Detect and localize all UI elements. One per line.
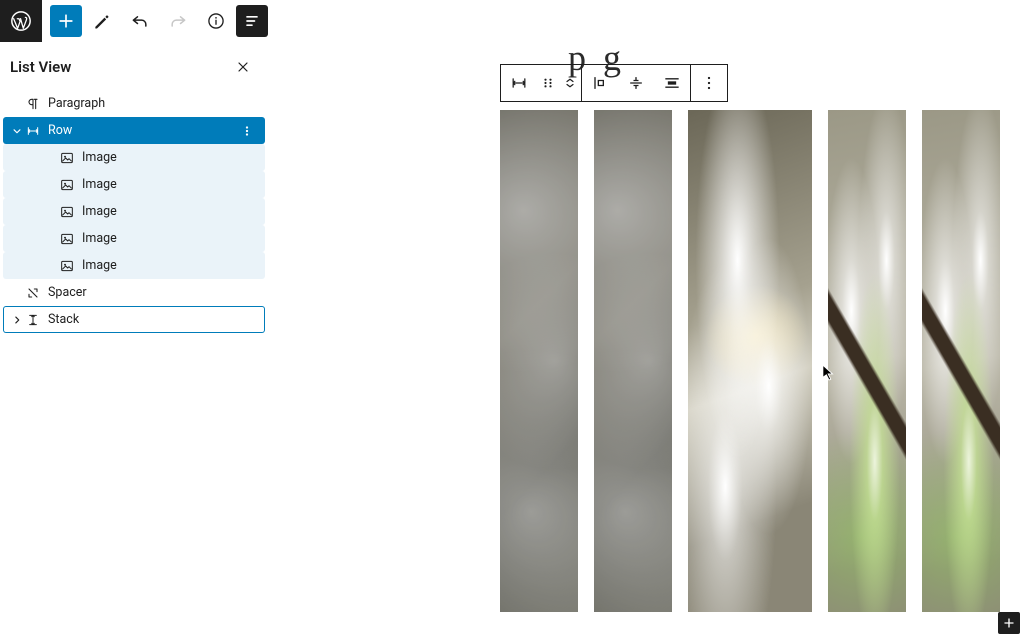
tree-item-label: Paragraph: [48, 96, 239, 111]
tree-item-options: [239, 177, 255, 193]
image-block[interactable]: [688, 110, 813, 612]
image-icon: [59, 231, 75, 247]
tree-item-label: Row: [48, 123, 239, 138]
image-block[interactable]: [594, 110, 672, 612]
editor-top-toolbar: [42, 0, 268, 42]
editor-canvas[interactable]: p g: [268, 42, 1024, 638]
tree-item-options: [239, 204, 255, 220]
tree-item-options: [239, 285, 255, 301]
alignment-matrix-icon: [662, 73, 682, 93]
tree-item-options: [239, 258, 255, 274]
admin-top-bar: [0, 0, 1024, 43]
tree-item-options: [239, 231, 255, 247]
tree-item-label: Image: [82, 231, 239, 246]
row-icon: [25, 123, 41, 139]
block-toolbar: [500, 64, 728, 102]
expand-toggle[interactable]: [9, 313, 25, 327]
close-list-view-button[interactable]: [232, 56, 254, 78]
redo-button[interactable]: [160, 3, 196, 39]
tree-item-row[interactable]: Row: [3, 117, 265, 144]
list-view-panel: List View Paragraph Row Image Image Image Ima…: [0, 42, 269, 638]
tree-item-image[interactable]: Image: [3, 252, 265, 279]
tree-item-image[interactable]: Image: [3, 225, 265, 252]
tree-item-label: Image: [82, 150, 239, 165]
more-vertical-icon: [699, 73, 719, 93]
tree-item-options: [239, 96, 255, 112]
tree-item-stack[interactable]: Stack: [3, 306, 265, 333]
block-options-button[interactable]: [691, 65, 727, 101]
width-button[interactable]: [654, 65, 690, 101]
tree-item-options: [239, 150, 255, 166]
tree-item-image[interactable]: Image: [3, 198, 265, 225]
row-block[interactable]: [500, 110, 1000, 612]
block-tree: Paragraph Row Image Image Image Image Image Spa…: [0, 90, 268, 336]
justify-button[interactable]: [582, 65, 618, 101]
tree-item-paragraph[interactable]: Paragraph: [3, 90, 265, 117]
chevrons-updown-icon: [561, 74, 579, 92]
move-up-down-button[interactable]: [559, 65, 581, 101]
mouse-cursor-icon: [822, 364, 836, 382]
list-view-title: List View: [10, 58, 71, 76]
block-type-row-button[interactable]: [501, 65, 537, 101]
expand-toggle[interactable]: [9, 124, 25, 138]
tree-item-image[interactable]: Image: [3, 171, 265, 198]
tree-item-label: Image: [82, 258, 239, 273]
image-icon: [59, 204, 75, 220]
image-block[interactable]: [922, 110, 1000, 612]
list-view-toggle-button[interactable]: [236, 5, 268, 37]
tree-item-label: Spacer: [48, 285, 239, 300]
justify-left-icon: [590, 73, 610, 93]
stack-icon: [25, 312, 41, 328]
image-icon: [59, 177, 75, 193]
edit-tools-button[interactable]: [84, 3, 120, 39]
add-block-inline-button[interactable]: [998, 612, 1020, 634]
undo-button[interactable]: [122, 3, 158, 39]
add-block-button[interactable]: [50, 5, 82, 37]
drag-icon: [538, 73, 558, 93]
tree-item-options[interactable]: [239, 123, 255, 139]
drag-handle[interactable]: [537, 65, 559, 101]
plus-icon: [1001, 615, 1017, 631]
align-button[interactable]: [618, 65, 654, 101]
list-view-header: List View: [0, 42, 268, 90]
paragraph-icon: [25, 96, 41, 112]
tree-item-label: Stack: [48, 312, 239, 327]
align-center-icon: [626, 73, 646, 93]
image-icon: [59, 150, 75, 166]
tree-item-options: [239, 312, 255, 328]
image-block[interactable]: [500, 110, 578, 612]
image-block[interactable]: [828, 110, 906, 612]
wordpress-logo-icon: [10, 10, 32, 32]
tree-item-spacer[interactable]: Spacer: [3, 279, 265, 306]
row-icon: [509, 73, 529, 93]
tree-item-label: Image: [82, 204, 239, 219]
spacer-icon: [25, 285, 41, 301]
document-info-button[interactable]: [198, 3, 234, 39]
tree-item-image[interactable]: Image: [3, 144, 265, 171]
wordpress-logo-button[interactable]: [0, 0, 42, 42]
tree-item-label: Image: [82, 177, 239, 192]
image-icon: [59, 258, 75, 274]
